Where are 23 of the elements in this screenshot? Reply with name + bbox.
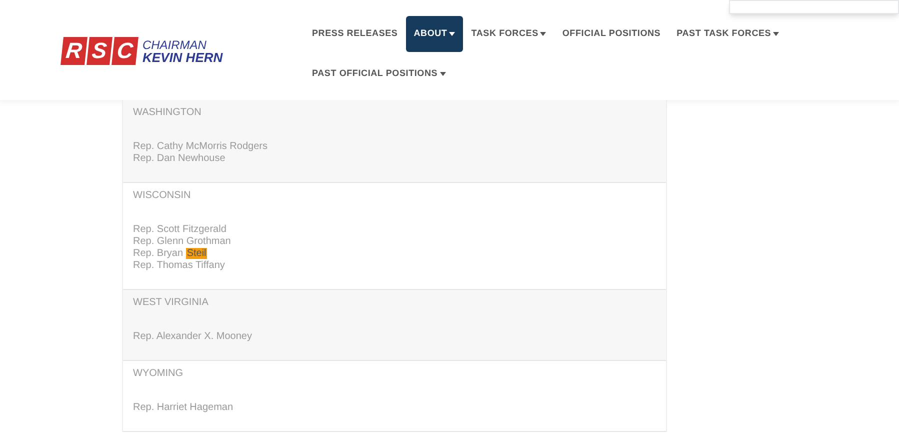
nav-link[interactable]: PAST OFFICIAL POSITIONS (304, 56, 454, 92)
logo-letter: C (111, 37, 138, 65)
member-name: Rep. Cathy McMorris Rodgers (133, 141, 268, 153)
member-name: Rep. Bryan Steil (133, 248, 208, 260)
logo-letter: R (60, 37, 88, 65)
state-heading: WYOMING (133, 368, 184, 380)
nav-link[interactable]: PRESS RELEASES (304, 16, 406, 52)
nav-link[interactable]: OFFICIAL POSITIONS (554, 16, 669, 52)
nav-link[interactable]: ABOUT (406, 16, 464, 52)
logo-name: KEVIN HERN (142, 50, 223, 64)
member-name: Rep. Glenn Grothman (133, 236, 231, 248)
state-heading: WISCONSIN (133, 190, 192, 202)
state-heading: WASHINGTON (133, 107, 202, 119)
logo-letter: S (86, 37, 112, 65)
member-name: Rep. Dan Newhouse (133, 153, 226, 165)
nav-link[interactable]: PAST TASK FORCES (668, 16, 788, 52)
logo-title: CHAIRMAN (142, 38, 208, 50)
member-name: Rep. Thomas Tiffany (133, 260, 225, 272)
nav-link[interactable]: TASK FORCES (463, 16, 554, 52)
state-heading: WEST VIRGINIA (133, 297, 210, 309)
member-name: Rep. Alexander X. Mooney (133, 331, 252, 343)
member-name: Rep. Harriet Hageman (133, 402, 234, 414)
member-name: Rep. Scott Fitzgerald (133, 224, 226, 236)
